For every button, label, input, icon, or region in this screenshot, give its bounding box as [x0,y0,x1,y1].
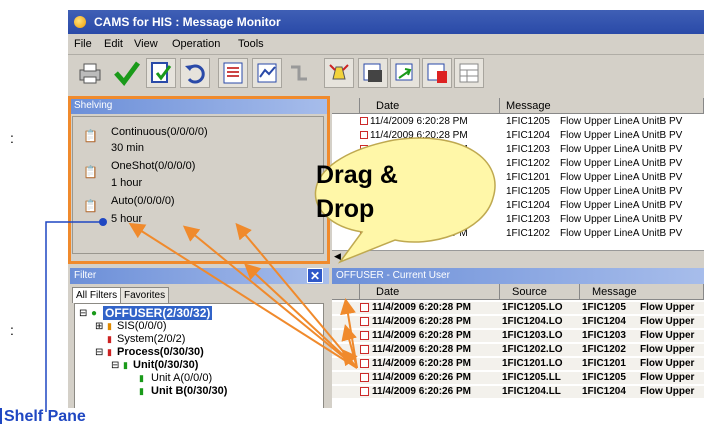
drag-arrow [235,222,358,369]
callout-text: Drag & Drop [316,158,398,226]
drag-arrow [128,222,358,369]
drag-arrow [182,225,358,369]
leader-line [45,221,100,412]
shelf-pane-label: Shelf Pane [0,408,86,426]
shelf-pane-label-text: Shelf Pane [4,408,86,425]
callout-line: Drag & [316,161,398,189]
callout-line: Drop [316,195,375,223]
leader-dot [99,218,107,226]
drag-arrow [244,263,358,369]
